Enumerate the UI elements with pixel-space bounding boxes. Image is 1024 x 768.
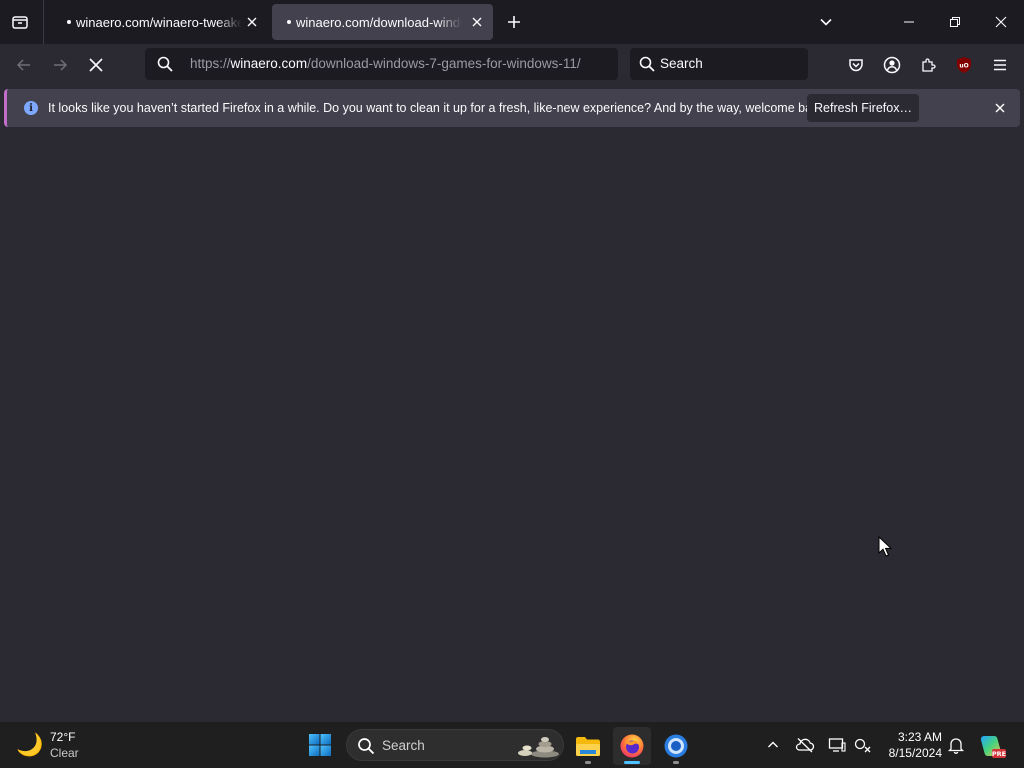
clock-time: 3:23 AM: [897, 730, 942, 744]
search-bar[interactable]: Search: [630, 48, 808, 80]
close-window-icon[interactable]: [978, 0, 1024, 44]
search-icon: [157, 56, 173, 77]
bell-icon[interactable]: [945, 734, 967, 756]
navigation-toolbar: https://winaero.com/download-windows-7-g…: [0, 44, 1024, 86]
cloud-offline-icon[interactable]: [794, 734, 816, 756]
taskbar: 🌙 72°F Clear Search 3:23 AM 8/15/2024 PR…: [0, 721, 1024, 768]
url-path: /download-windows-7-games-for-windows-11…: [307, 56, 581, 71]
search-highlight-stones-icon: [515, 734, 561, 763]
refresh-firefox-button[interactable]: Refresh Firefox…: [807, 94, 919, 122]
windows-start-icon[interactable]: [306, 731, 334, 759]
weather-widget[interactable]: 🌙 72°F Clear: [16, 728, 106, 762]
back-icon[interactable]: [9, 51, 39, 79]
notification-message: It looks like you haven’t started Firefo…: [48, 101, 829, 115]
weather-temperature: 72°F: [50, 730, 76, 744]
tab-separator: [43, 0, 44, 44]
system-clock[interactable]: 3:23 AM 8/15/2024: [880, 729, 942, 761]
weather-condition: Clear: [50, 746, 79, 760]
chevron-up-icon[interactable]: [762, 734, 784, 756]
close-icon[interactable]: [992, 100, 1008, 116]
tab-title: winaero.com/download-windows-7-games-for…: [296, 14, 462, 30]
plus-icon[interactable]: [503, 11, 525, 33]
stop-icon[interactable]: [81, 51, 111, 79]
app-running-indicator: [673, 761, 679, 764]
taskbar-search-box[interactable]: Search: [346, 729, 564, 761]
tab-attention-dot: [67, 20, 71, 24]
pocket-icon[interactable]: [844, 53, 868, 77]
extensions-icon[interactable]: [916, 53, 940, 77]
search-icon: [357, 737, 375, 760]
address-bar[interactable]: https://winaero.com/download-windows-7-g…: [145, 48, 618, 80]
title-bar: winaero.com/winaero-tweaker/ winaero.com…: [0, 0, 1024, 44]
search-bar-label: Search: [660, 56, 703, 71]
page-content-area[interactable]: [0, 131, 1024, 721]
chevron-down-icon[interactable]: [815, 11, 837, 33]
mouse-cursor-icon: [878, 535, 893, 563]
url-text[interactable]: https://winaero.com/download-windows-7-g…: [190, 56, 608, 71]
restore-icon[interactable]: [932, 0, 978, 44]
url-host: winaero.com: [230, 56, 308, 71]
menu-icon[interactable]: [988, 53, 1012, 77]
firefox-icon[interactable]: [613, 727, 651, 765]
network-icon[interactable]: [852, 734, 874, 756]
minimize-icon[interactable]: [886, 0, 932, 44]
info-icon: i: [24, 101, 38, 115]
tab-title: winaero.com/winaero-tweaker/: [76, 14, 242, 30]
ublock-icon[interactable]: uO: [952, 53, 976, 77]
clock-date: 8/15/2024: [888, 746, 942, 760]
app-running-indicator: [585, 761, 591, 764]
copilot-icon[interactable]: PRE: [978, 732, 1006, 760]
chrome-icon[interactable]: [657, 727, 695, 765]
svg-text:PRE: PRE: [992, 750, 1006, 758]
account-icon[interactable]: [880, 53, 904, 77]
file-explorer-icon[interactable]: [569, 727, 607, 765]
app-active-indicator: [624, 761, 640, 764]
taskbar-search-label: Search: [382, 738, 425, 753]
tab-winaero-tweaker[interactable]: winaero.com/winaero-tweaker/: [52, 4, 268, 40]
close-icon[interactable]: [244, 14, 260, 30]
forward-icon[interactable]: [45, 51, 75, 79]
url-prefix: https://: [190, 56, 231, 71]
tab-attention-dot: [287, 20, 291, 24]
tab-download-windows-7-games[interactable]: winaero.com/download-windows-7-games-for…: [272, 4, 493, 40]
tab-list-icon[interactable]: [6, 8, 34, 36]
svg-text:uO: uO: [959, 63, 968, 70]
moon-icon: 🌙: [16, 732, 44, 757]
close-icon[interactable]: [469, 14, 485, 30]
display-icon[interactable]: [826, 734, 848, 756]
search-icon: [639, 56, 655, 77]
refresh-firefox-notification: i It looks like you haven’t started Fire…: [4, 89, 1020, 127]
